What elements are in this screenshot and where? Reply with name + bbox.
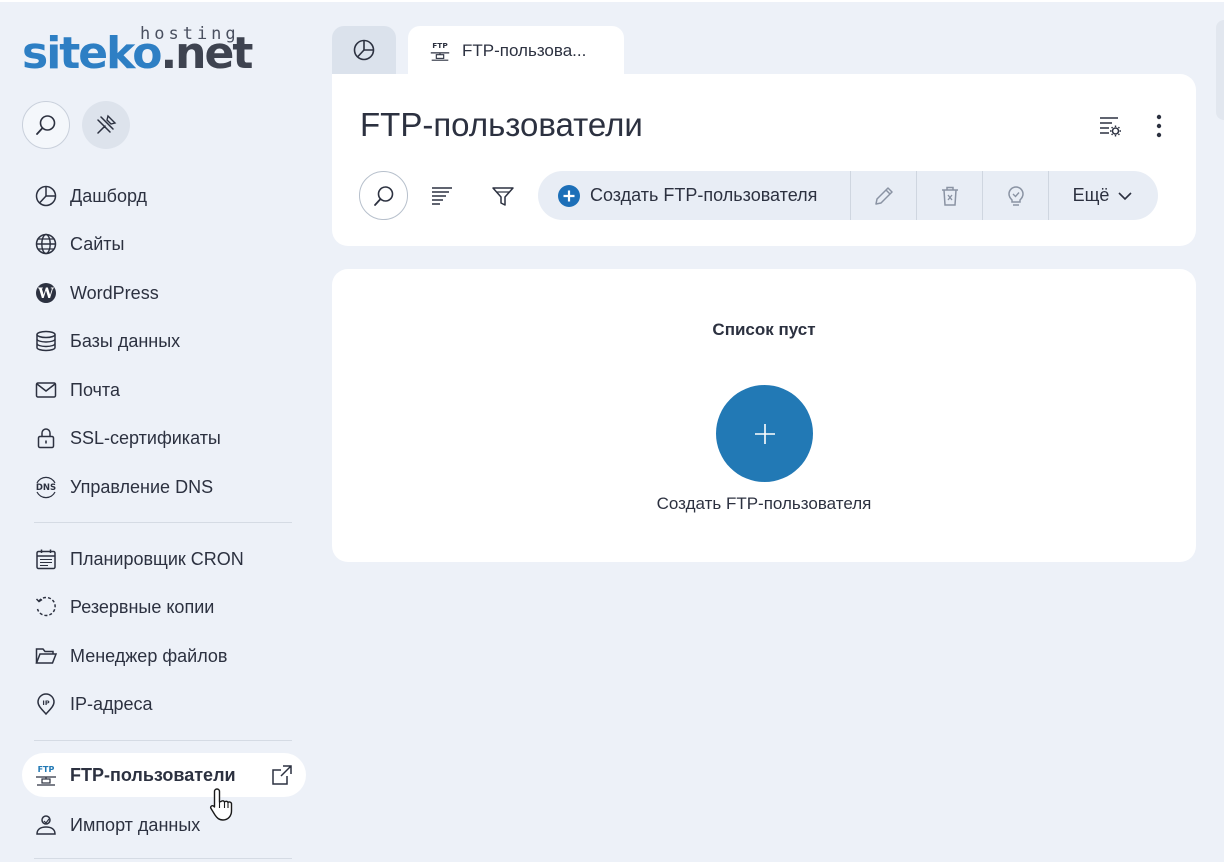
table-settings-icon <box>1100 117 1121 137</box>
calendar-icon <box>33 546 59 572</box>
logo-part-net: .net <box>160 28 253 79</box>
sidebar-item-file-manager[interactable]: Менеджер файлов <box>22 634 306 678</box>
sidebar-item-label: IP-адреса <box>70 693 153 714</box>
ftp-icon: FTP <box>428 39 452 63</box>
globe-icon <box>33 231 59 257</box>
logo-part-siteko: siteko <box>22 28 162 79</box>
logo[interactable]: hosting siteko.net <box>22 24 262 80</box>
pencil-icon <box>874 186 893 205</box>
import-icon <box>33 812 59 838</box>
search-icon <box>373 185 393 206</box>
sidebar-item-label: Управление DNS <box>70 476 214 497</box>
open-in-new-window-icon[interactable] <box>270 763 294 787</box>
search-icon <box>36 115 56 135</box>
create-ftp-user-caption[interactable]: Создать FTP-пользователя <box>332 494 1196 514</box>
side-panel-handle[interactable] <box>1216 20 1224 120</box>
sidebar-item-label: Менеджер файлов <box>70 645 228 666</box>
svg-text:FTP: FTP <box>432 41 448 50</box>
more-menu-button[interactable] <box>1143 110 1175 142</box>
create-ftp-user-large-button[interactable] <box>716 385 813 482</box>
tab-label: FTP-пользова... <box>462 41 587 60</box>
sidebar-search-button[interactable] <box>22 101 70 149</box>
dns-icon: DNS <box>33 474 59 500</box>
sidebar-item-databases[interactable]: Базы данных <box>22 319 306 363</box>
delete-button[interactable] <box>917 171 983 220</box>
logo-wordmark: siteko.net <box>22 32 253 76</box>
filter-icon <box>492 187 514 206</box>
sidebar-item-label: WordPress <box>70 282 159 303</box>
sidebar: hosting siteko.net Дашборд Сайты W WordP… <box>0 0 318 862</box>
tab-dashboard[interactable] <box>332 26 396 74</box>
svg-text:IP: IP <box>42 699 49 707</box>
more-actions-label: Ещё <box>1072 185 1110 205</box>
sidebar-item-label: Планировщик CRON <box>70 548 244 569</box>
sidebar-item-label: Базы данных <box>70 330 181 351</box>
content-card: Список пуст Создать FTP-пользователя <box>332 269 1196 562</box>
hand-cursor-icon <box>209 788 233 821</box>
kebab-icon <box>1156 114 1162 138</box>
sidebar-item-cron[interactable]: Планировщик CRON <box>22 537 306 581</box>
page-title: FTP-пользователи <box>360 106 643 143</box>
tab-ftp-users[interactable]: FTP FTP-пользова... <box>408 26 624 76</box>
sidebar-divider <box>34 522 292 523</box>
sort-icon <box>432 187 452 205</box>
svg-text:FTP: FTP <box>38 765 55 774</box>
sidebar-divider <box>34 740 292 741</box>
sidebar-item-backups[interactable]: Резервные копии <box>22 585 306 629</box>
filter-button[interactable] <box>487 180 519 212</box>
wordpress-icon: W <box>33 280 59 306</box>
sidebar-divider <box>34 858 292 859</box>
sidebar-item-sites[interactable]: Сайты <box>22 222 306 266</box>
sort-button[interactable] <box>426 180 458 212</box>
pin-icon <box>97 114 117 134</box>
sidebar-item-label: Резервные копии <box>70 596 215 617</box>
ip-icon: IP <box>33 691 59 717</box>
dashboard-icon <box>33 183 59 209</box>
sidebar-item-ftp-users[interactable]: FTP FTP-пользователи <box>22 753 306 797</box>
sidebar-item-mail[interactable]: Почта <box>22 368 306 412</box>
sidebar-item-wordpress[interactable]: W WordPress <box>22 271 306 315</box>
trash-icon <box>941 186 958 206</box>
lightbulb-icon <box>1007 185 1024 206</box>
svg-text:DNS: DNS <box>36 483 56 493</box>
sidebar-item-label: FTP-пользователи <box>70 764 236 785</box>
action-bar: Создать FTP-пользователя Ещё <box>538 171 1158 220</box>
sidebar-item-label: SSL-сертификаты <box>70 427 221 448</box>
sidebar-item-label: Дашборд <box>70 185 148 206</box>
list-search-button[interactable] <box>359 171 408 220</box>
database-icon <box>33 328 59 354</box>
dashboard-icon <box>353 39 375 61</box>
plus-icon <box>754 423 775 444</box>
folder-icon <box>33 643 59 669</box>
header-card: FTP-пользователи Создать FTP-пользовател… <box>332 74 1196 246</box>
sidebar-item-label: Сайты <box>70 233 125 254</box>
create-ftp-user-button[interactable]: Создать FTP-пользователя <box>538 171 851 220</box>
ftp-icon: FTP <box>33 762 59 788</box>
more-actions-button[interactable]: Ещё <box>1049 171 1157 220</box>
backup-icon <box>33 594 59 620</box>
chevron-down-icon <box>1118 191 1132 200</box>
sidebar-item-label: Почта <box>70 379 120 400</box>
table-settings-button[interactable] <box>1094 110 1126 142</box>
edit-button[interactable] <box>851 171 917 220</box>
empty-list-title: Список пуст <box>712 320 816 339</box>
sidebar-item-label: Импорт данных <box>70 814 201 835</box>
sidebar-item-dashboard[interactable]: Дашборд <box>22 174 306 218</box>
sidebar-item-ssl[interactable]: SSL-сертификаты <box>22 416 306 460</box>
mail-icon <box>33 377 59 403</box>
sidebar-item-import[interactable]: Импорт данных <box>22 803 306 847</box>
sidebar-pin-button[interactable] <box>82 101 130 149</box>
sidebar-item-dns[interactable]: DNS Управление DNS <box>22 465 306 509</box>
svg-text:W: W <box>37 286 54 302</box>
plus-circle-icon <box>558 184 580 207</box>
hint-button[interactable] <box>983 171 1049 220</box>
create-ftp-user-label: Создать FTP-пользователя <box>590 185 818 205</box>
lock-icon <box>33 425 59 451</box>
sidebar-item-ip[interactable]: IP IP-адреса <box>22 682 306 726</box>
